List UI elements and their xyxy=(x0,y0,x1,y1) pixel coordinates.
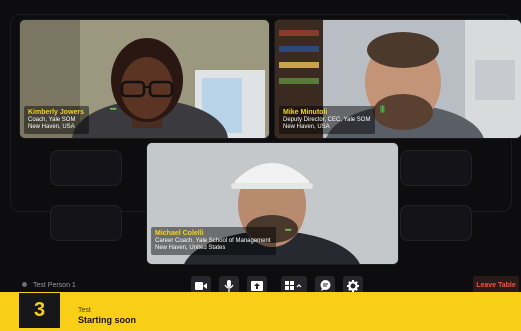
participant-name: Michael Colelli xyxy=(155,230,204,237)
video-tile-mike[interactable]: Mike Minutoli Deputy Director, CEC, Yale… xyxy=(275,20,521,138)
grid-layout-icon xyxy=(285,280,302,290)
chat-icon xyxy=(320,280,330,291)
microphone-icon xyxy=(224,279,234,292)
participant-caption: Michael Colelli Career Coach, Yale Schoo… xyxy=(151,227,276,255)
empty-seat[interactable] xyxy=(50,205,122,241)
participant-name: Mike Minutoli xyxy=(283,109,328,116)
session-status: Starting soon xyxy=(78,315,136,325)
participant-caption: Mike Minutoli Deputy Director, CEC, Yale… xyxy=(279,106,376,134)
participant-title: Coach, Yale SOM xyxy=(28,117,76,124)
participant-location: New Haven, United States xyxy=(155,244,226,251)
participant-caption: Kimberly Jowers Coach, Yale SOM New Have… xyxy=(24,106,90,134)
empty-seat[interactable] xyxy=(400,205,472,241)
participant-location: New Haven, USA xyxy=(283,123,330,130)
countdown-badge: 3 xyxy=(19,293,60,328)
participant-location: New Haven, USA xyxy=(28,123,75,130)
audio-level-icon: ▪▪▪ xyxy=(110,106,116,113)
audio-level-icon: ▪▪▪ xyxy=(285,227,291,234)
video-tile-michael[interactable]: Michael Colelli Career Coach, Yale Schoo… xyxy=(147,143,398,264)
share-screen-icon xyxy=(251,280,263,291)
session-banner: 3 Test Starting soon xyxy=(0,292,521,331)
empty-seat[interactable] xyxy=(50,150,122,186)
session-tag: Test xyxy=(78,307,91,314)
audio-level-icon: ||| xyxy=(380,106,385,113)
participant-name: Kimberly Jowers xyxy=(28,109,85,116)
empty-seat[interactable] xyxy=(400,150,472,186)
participant-title: Career Coach, Yale School of Management xyxy=(155,238,271,245)
video-tile-kimberly[interactable]: Kimberly Jowers Coach, Yale SOM New Have… xyxy=(20,20,269,138)
participant-title: Deputy Director, CEC, Yale SOM xyxy=(283,117,371,124)
video-stage: Kimberly Jowers Coach, Yale SOM New Have… xyxy=(0,0,521,292)
camera-icon xyxy=(195,281,207,290)
gear-icon xyxy=(347,279,359,292)
